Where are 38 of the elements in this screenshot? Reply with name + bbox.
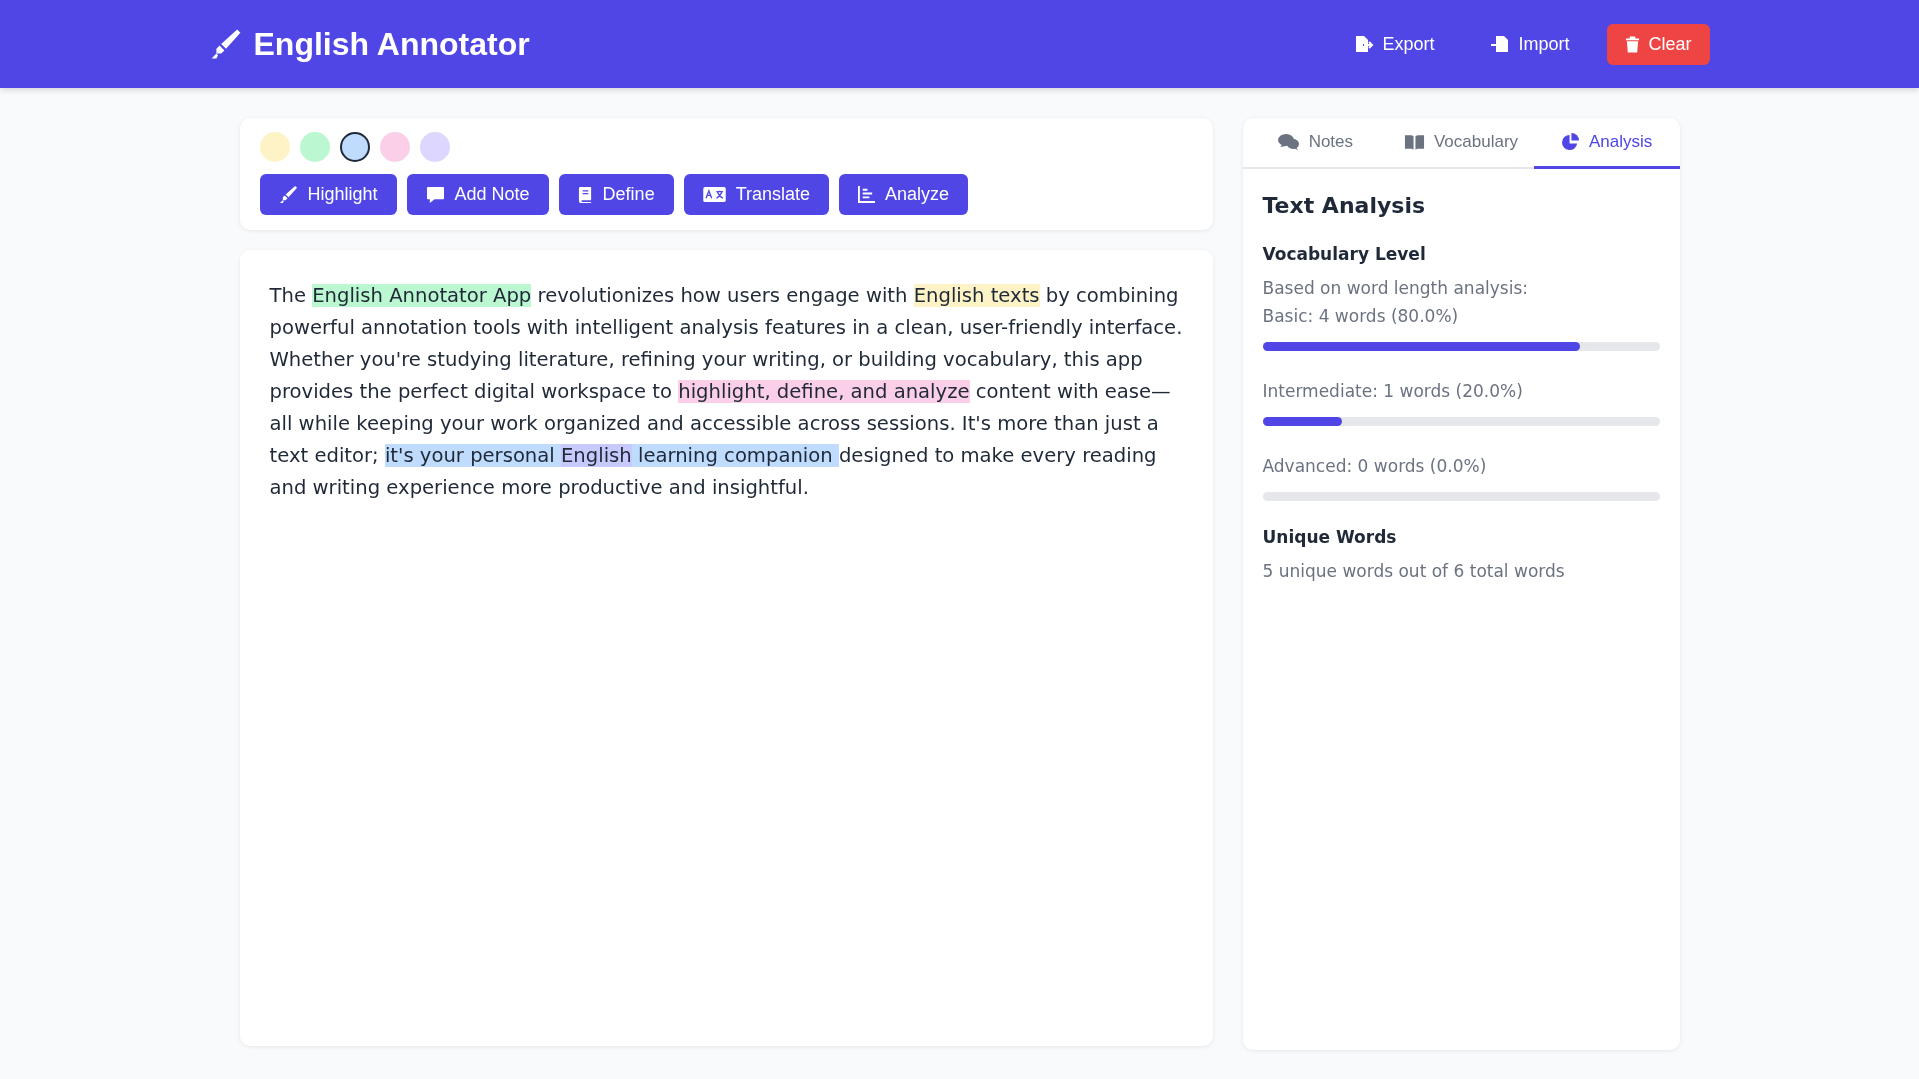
- translate-icon: [702, 187, 726, 202]
- highlighter-icon: [278, 185, 298, 204]
- color-swatch[interactable]: [379, 132, 410, 162]
- unique-words-text: 5 unique words out of 6 total words: [1262, 560, 1566, 583]
- trash-icon: [1625, 35, 1641, 53]
- file-export-icon: [1354, 35, 1375, 53]
- level-label: Basic: 4 words (80.0%): [1262, 305, 1460, 328]
- sidebar-tab[interactable]: Vocabulary: [1388, 118, 1534, 169]
- analyze-button[interactable]: Analyze: [839, 174, 969, 215]
- level-label: Intermediate: 1 words (20.0%): [1262, 380, 1524, 403]
- note-button[interactable]: Add Note: [406, 174, 549, 215]
- app-title: English Annotator: [253, 25, 530, 63]
- sidebar-tab[interactable]: Notes: [1242, 118, 1389, 169]
- clear-button[interactable]: Clear: [1607, 23, 1710, 65]
- color-swatch[interactable]: [419, 132, 450, 162]
- chat-bubbles-icon: [1277, 133, 1300, 151]
- color-swatch[interactable]: [339, 132, 370, 162]
- speech-bubble-icon: [425, 185, 445, 204]
- level-label: Advanced: 0 words (0.0%): [1262, 455, 1488, 478]
- color-swatch[interactable]: [259, 132, 290, 162]
- import-button[interactable]: Import: [1472, 23, 1588, 65]
- translate-button[interactable]: Translate: [683, 174, 829, 215]
- sidebar-tab[interactable]: Analysis: [1533, 118, 1680, 169]
- color-swatch[interactable]: [299, 132, 330, 162]
- section-heading: Unique Words: [1262, 527, 1398, 547]
- bar-chart-icon: [858, 186, 875, 203]
- highlighter-icon: [209, 28, 242, 60]
- intro-text: Based on word length analysis:: [1262, 277, 1529, 300]
- pie-chart-icon: [1561, 132, 1580, 152]
- highlight-button[interactable]: Highlight: [259, 174, 397, 215]
- document-text: The English Annotator App revolutionizes how users engage with English texts by combining powerful annotation tools with intelligent analysis features in a clean, user-friendly interface. Whether you're studying literature, refining your writing, or building vocabulary, this app provides the perfect digital workspace to highlight, define, and analyze content with ease—all while keeping your work organized and accessible across sessions. It's more than just a text editor; it's your personal English learning companion designed to make every reading and writing experience more productive and insightful.: [269, 283, 1183, 501]
- open-book-icon: [1403, 134, 1425, 150]
- file-import-icon: [1490, 35, 1511, 53]
- define-button[interactable]: Define: [558, 174, 674, 215]
- panel-title: Text Analysis: [1262, 193, 1427, 218]
- export-button[interactable]: Export: [1336, 23, 1453, 65]
- book-icon: [577, 185, 593, 204]
- section-heading: Vocabulary Level: [1262, 244, 1427, 264]
